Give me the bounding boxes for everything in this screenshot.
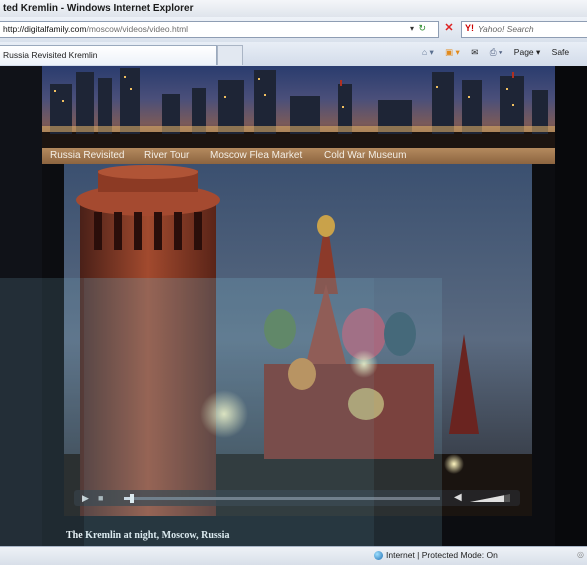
address-field[interactable]: http://digitalfamily.com/moscow/videos/v… bbox=[0, 21, 439, 38]
safety-menu[interactable]: Safe bbox=[552, 47, 570, 57]
page-left-margin bbox=[0, 66, 42, 546]
page-menu[interactable]: Page ▾ bbox=[514, 47, 540, 57]
player-controls: ▶ ■ ◀ bbox=[74, 490, 520, 506]
seek-handle[interactable] bbox=[130, 494, 134, 503]
seek-bar[interactable] bbox=[124, 494, 440, 503]
nav-link-moscow-flea-market[interactable]: Moscow Flea Market bbox=[210, 150, 302, 161]
command-bar: ⌂ ▾ ▣ ▾ ✉ ⎙ ▾ Page ▾ Safe bbox=[422, 47, 578, 58]
video-player[interactable]: ▶ ■ ◀ bbox=[64, 164, 532, 516]
site-navigation: Russia Revisited River Tour Moscow Flea … bbox=[42, 148, 555, 164]
zoom-control[interactable]: ◎ bbox=[577, 550, 584, 559]
page-content: Russia Revisited River Tour Moscow Flea … bbox=[0, 66, 587, 546]
video-caption: The Kremlin at night, Moscow, Russia bbox=[66, 530, 230, 541]
address-url: http://digitalfamily.com/moscow/videos/v… bbox=[3, 24, 189, 34]
yahoo-icon: Y! bbox=[465, 23, 474, 33]
video-frame bbox=[64, 164, 532, 516]
globe-icon bbox=[374, 551, 383, 561]
page-right-margin bbox=[555, 66, 587, 546]
address-dropdown-icon[interactable]: ▾ bbox=[410, 24, 414, 33]
volume-icon[interactable]: ◀ bbox=[454, 492, 462, 503]
nav-link-river-tour[interactable]: River Tour bbox=[144, 150, 189, 161]
tab-active[interactable]: Russia Revisited Kremlin bbox=[0, 45, 217, 65]
nav-link-russia-revisited[interactable]: Russia Revisited bbox=[50, 150, 124, 161]
refresh-icon[interactable]: ↻ bbox=[418, 23, 426, 34]
new-tab-button[interactable] bbox=[217, 45, 243, 65]
print-icon[interactable]: ⎙ ▾ bbox=[490, 47, 503, 57]
feed-icon[interactable]: ▣ ▾ bbox=[445, 47, 460, 57]
search-placeholder: Yahoo! Search bbox=[478, 24, 534, 34]
volume-slider[interactable] bbox=[470, 494, 510, 502]
nav-link-cold-war-museum[interactable]: Cold War Museum bbox=[324, 150, 406, 161]
header-skyline-image bbox=[42, 66, 555, 148]
search-box[interactable]: Y! Yahoo! Search bbox=[461, 21, 587, 38]
home-icon[interactable]: ⌂ ▾ bbox=[422, 47, 434, 57]
window-title: ted Kremlin - Windows Internet Explorer bbox=[3, 3, 194, 14]
window-titlebar: ted Kremlin - Windows Internet Explorer bbox=[0, 0, 587, 18]
status-bar: Internet | Protected Mode: On ◎ bbox=[0, 546, 587, 565]
stop-icon[interactable]: ✕ bbox=[442, 21, 456, 35]
tab-label: Russia Revisited Kremlin bbox=[3, 50, 98, 60]
play-icon[interactable]: ▶ bbox=[82, 493, 89, 504]
stop-button[interactable]: ■ bbox=[98, 493, 103, 503]
security-zone[interactable]: Internet | Protected Mode: On bbox=[374, 550, 498, 561]
mail-icon[interactable]: ✉ bbox=[471, 47, 478, 57]
